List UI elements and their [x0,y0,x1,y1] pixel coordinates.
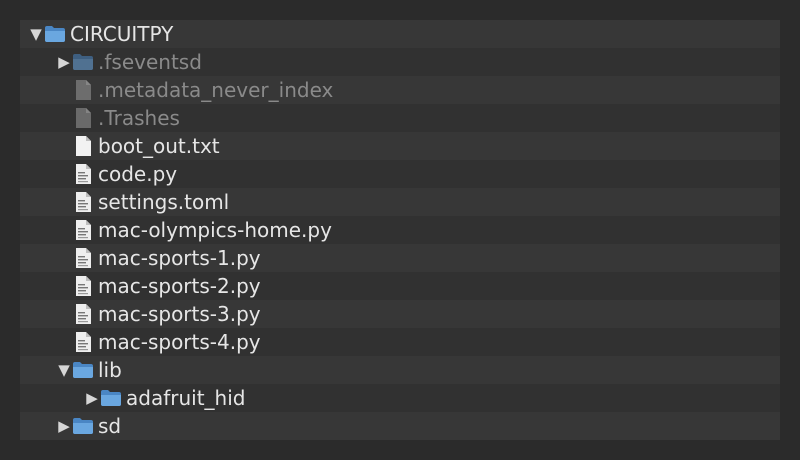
text-file-icon [72,135,94,157]
tree-item-label: sd [98,414,122,438]
file-icon [72,107,94,129]
tree-row-settings-toml[interactable]: settings.toml [20,188,780,216]
folder-icon [72,359,94,381]
tree-item-label: code.py [98,162,178,186]
tree-row-boot-out-txt[interactable]: boot_out.txt [20,132,780,160]
disclosure-collapsed-icon[interactable]: ▶ [56,48,72,76]
tree-item-label: mac-sports-2.py [98,274,261,298]
tree-row-sd[interactable]: ▶ sd [20,412,780,440]
file-icon [72,79,94,101]
tree-item-label: lib [98,358,122,382]
folder-icon [44,23,66,45]
tree-row-lib[interactable]: ▼ lib [20,356,780,384]
tree-row-mac-sports-3-py[interactable]: mac-sports-3.py [20,300,780,328]
folder-icon [72,51,94,73]
tree-row-mac-sports-2-py[interactable]: mac-sports-2.py [20,272,780,300]
disclosure-expanded-icon[interactable]: ▼ [56,356,72,384]
tree-item-label: adafruit_hid [126,386,246,410]
tree-item-label: mac-sports-3.py [98,302,261,326]
tree-item-label: .metadata_never_index [98,78,334,102]
tree-row-metadata-never-index[interactable]: .metadata_never_index [20,76,780,104]
disclosure-expanded-icon[interactable]: ▼ [28,20,44,48]
tree-row-mac-olympics-home-py[interactable]: mac-olympics-home.py [20,216,780,244]
tree-row-mac-sports-4-py[interactable]: mac-sports-4.py [20,328,780,356]
tree-row-code-py[interactable]: code.py [20,160,780,188]
tree-item-label: .fseventsd [98,50,202,74]
tree-item-label: settings.toml [98,190,230,214]
script-file-icon [72,163,94,185]
script-file-icon [72,303,94,325]
tree-row-trashes[interactable]: .Trashes [20,104,780,132]
tree-item-label: mac-olympics-home.py [98,218,332,242]
folder-icon [72,415,94,437]
tree-row-adafruit-hid[interactable]: ▶ adafruit_hid [20,384,780,412]
script-file-icon [72,275,94,297]
script-file-icon [72,219,94,241]
disclosure-collapsed-icon[interactable]: ▶ [56,412,72,440]
folder-icon [100,387,122,409]
tree-item-label: mac-sports-1.py [98,246,261,270]
script-file-icon [72,247,94,269]
script-file-icon [72,331,94,353]
tree-row-mac-sports-1-py[interactable]: mac-sports-1.py [20,244,780,272]
tree-item-label: mac-sports-4.py [98,330,261,354]
tree-item-label: boot_out.txt [98,134,220,158]
tree-row-root[interactable]: ▼ CIRCUITPY [20,20,780,48]
tree-row-fseventsd[interactable]: ▶ .fseventsd [20,48,780,76]
tree-item-label: CIRCUITPY [70,22,174,46]
file-tree: ▼ CIRCUITPY ▶ .fseventsd .metadata_never… [20,20,780,440]
script-file-icon [72,191,94,213]
disclosure-collapsed-icon[interactable]: ▶ [84,384,100,412]
tree-item-label: .Trashes [98,106,180,130]
